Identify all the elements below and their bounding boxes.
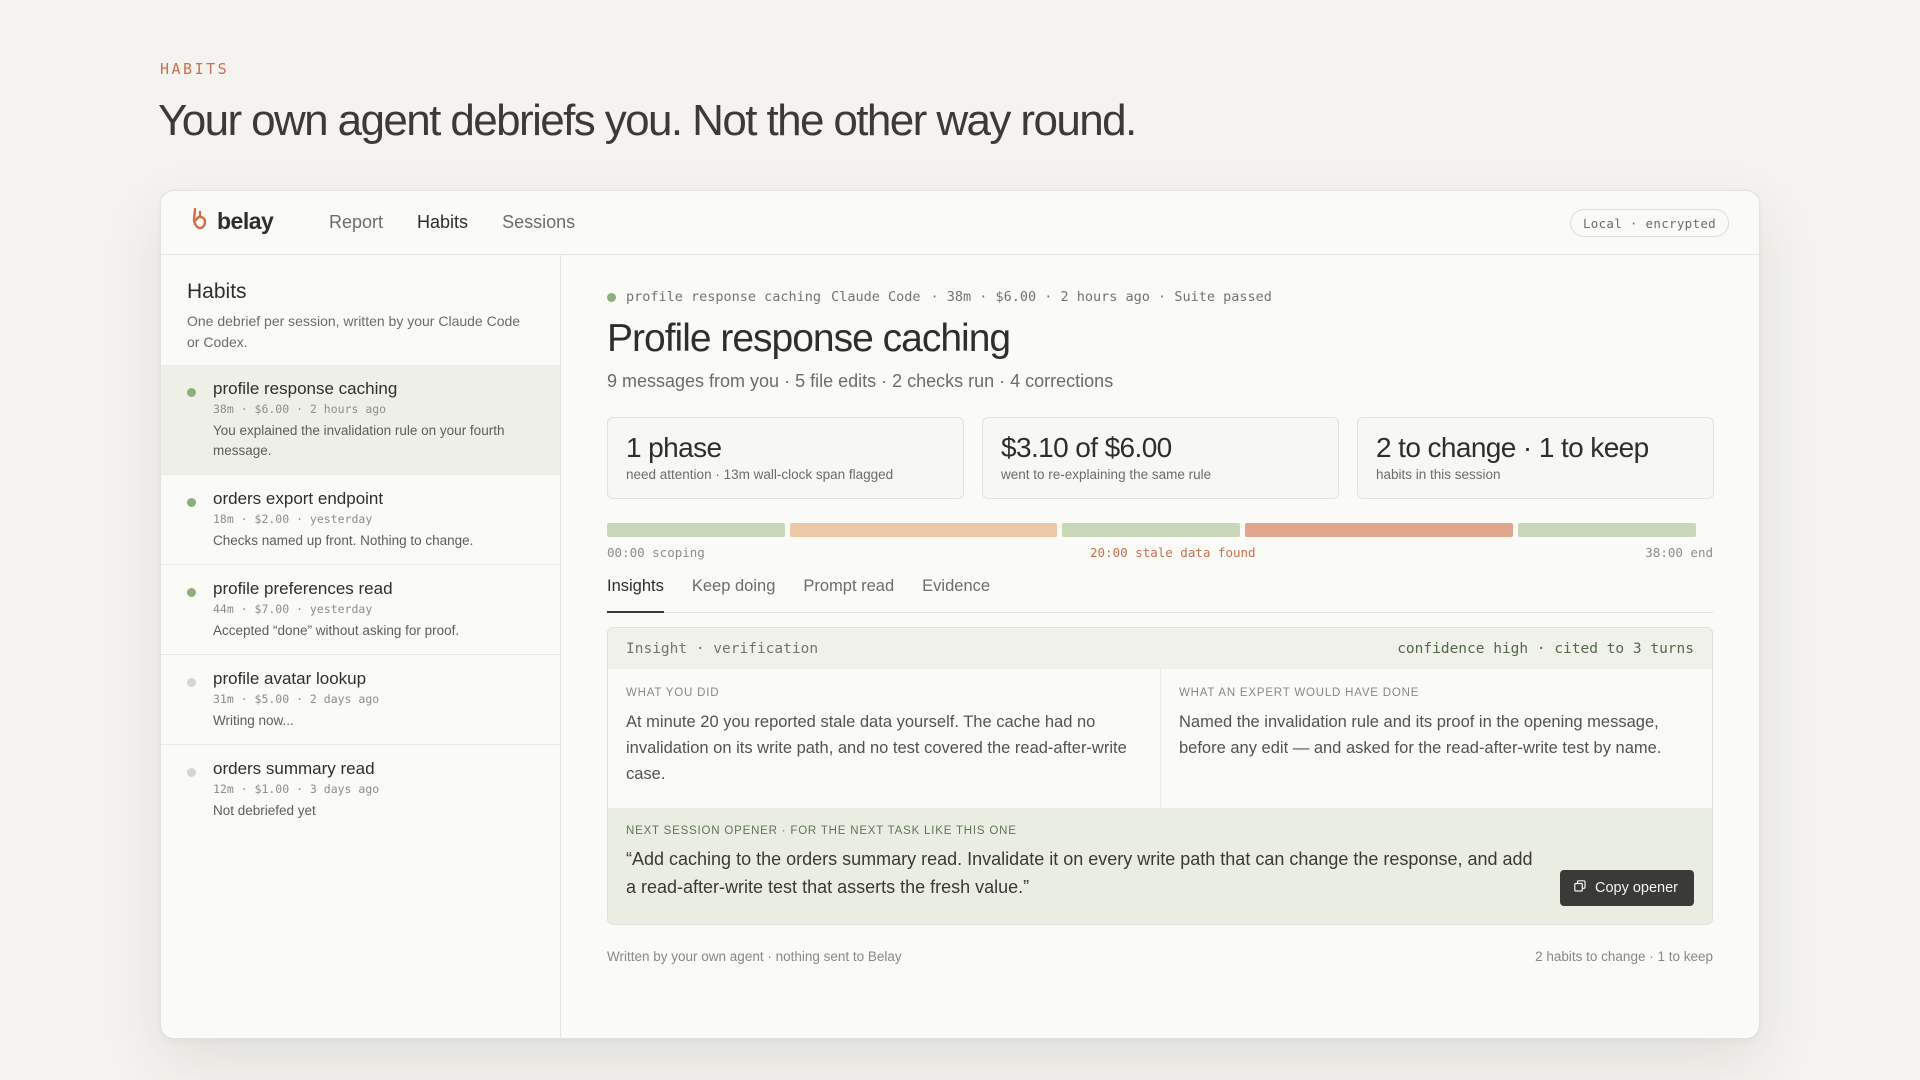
status-dot [187, 588, 196, 597]
expert-approach: WHAT AN EXPERT WOULD HAVE DONE Named the… [1160, 669, 1712, 808]
session-agent: Claude Code [831, 289, 921, 305]
card-caption: habits in this session [1376, 467, 1501, 482]
brand[interactable]: belay [191, 207, 274, 235]
opener-text: “Add caching to the orders summary read.… [626, 849, 1533, 897]
session-meta: profile response caching Claude Code · 3… [607, 289, 1272, 305]
main-nav: Report Habits Sessions [329, 212, 575, 233]
list-item-meta: 44m · $7.00 · yesterday [213, 602, 373, 616]
timeline-segment [607, 523, 786, 537]
nav-report[interactable]: Report [329, 212, 383, 233]
insight-header: Insight · verification confidence high ·… [608, 628, 1712, 669]
opener-label: NEXT SESSION OPENER · FOR THE NEXT TASK … [626, 825, 1017, 837]
expert-approach-text: Named the invalidation rule and its proo… [1179, 713, 1662, 757]
card-caption: need attention · 13m wall-clock span fla… [626, 467, 894, 482]
brand-name: belay [217, 208, 274, 234]
list-item-name: orders export endpoint [213, 489, 384, 508]
list-item[interactable]: orders export endpoint 18m · $2.00 · yes… [161, 475, 560, 565]
list-item-note: You explained the invalidation rule on y… [213, 423, 505, 458]
list-item[interactable]: profile response caching 38m · $6.00 · 2… [161, 365, 560, 475]
status-dot [187, 388, 196, 397]
list-item-meta: 12m · $1.00 · 3 days ago [213, 782, 380, 796]
timeline-labels: 00:00 scoping 20:00 stale data found 38:… [607, 545, 1713, 561]
footer-privacy-note: Written by your own agent · nothing sent… [607, 949, 902, 964]
session-subtitle: 9 messages from you · 5 file edits · 2 c… [607, 371, 1114, 391]
session-list: profile response caching 38m · $6.00 · 2… [161, 365, 560, 834]
insight-kind: Insight · verification [626, 640, 819, 657]
list-item-note: Writing now... [213, 713, 294, 728]
timeline-flag-label: 20:00 stale data found [1090, 545, 1256, 560]
list-item-meta: 31m · $5.00 · 2 days ago [213, 692, 380, 706]
timeline-end-label: 38:00 end [1645, 545, 1713, 560]
list-item-meta: 38m · $6.00 · 2 hours ago [213, 402, 387, 416]
detail-tabs: Insights Keep doing Prompt read Evidence [607, 575, 1713, 613]
detail-footer: Written by your own agent · nothing sent… [607, 949, 1713, 964]
next-session-opener: NEXT SESSION OPENER · FOR THE NEXT TASK … [608, 809, 1712, 924]
copy-icon [1574, 880, 1586, 896]
page-title: Profile response caching [607, 317, 1011, 360]
page-headline: Your own agent debriefs you. Not the oth… [158, 96, 1137, 145]
session-details: · 38m · $6.00 · 2 hours ago · Suite pass… [930, 289, 1272, 305]
app-window: belay Report Habits Sessions Local · enc… [160, 190, 1760, 1039]
status-dot [187, 678, 196, 687]
insight-panel: Insight · verification confidence high ·… [607, 627, 1713, 925]
summary-card: 1 phase need attention · 13m wall-clock … [607, 417, 964, 499]
session-timeline [607, 523, 1713, 537]
list-item[interactable]: orders summary read 12m · $1.00 · 3 days… [161, 745, 560, 834]
belay-logo-icon [191, 207, 207, 235]
list-item-name: profile response caching [213, 379, 398, 398]
session-name: profile response caching [626, 289, 822, 305]
habits-sidebar: Habits One debrief per session, written … [161, 255, 561, 1038]
summary-cards: 1 phase need attention · 13m wall-clock … [607, 417, 1714, 499]
session-detail: profile response caching Claude Code · 3… [561, 255, 1759, 1038]
timeline-segment [790, 523, 1058, 537]
nav-sessions[interactable]: Sessions [502, 212, 575, 233]
encryption-badge: Local · encrypted [1569, 209, 1729, 237]
expert-approach-label: WHAT AN EXPERT WOULD HAVE DONE [1179, 687, 1420, 699]
timeline-segment [1517, 523, 1696, 537]
list-item[interactable]: profile avatar lookup 31m · $5.00 · 2 da… [161, 655, 560, 745]
what-you-did-label: WHAT YOU DID [626, 687, 720, 699]
list-item-name: orders summary read [213, 759, 375, 778]
list-item-name: profile preferences read [213, 579, 393, 598]
list-item-meta: 18m · $2.00 · yesterday [213, 512, 373, 526]
tab-keep-doing[interactable]: Keep doing [692, 575, 776, 613]
card-value: $3.10 of $6.00 [1001, 432, 1172, 463]
section-eyebrow: HABITS [160, 60, 230, 78]
timeline-start-label: 00:00 scoping [607, 545, 705, 560]
insight-comparison: WHAT YOU DID At minute 20 you reported s… [608, 669, 1712, 809]
tab-prompt-read[interactable]: Prompt read [803, 575, 894, 613]
sidebar-title: Habits [187, 280, 247, 303]
status-dot [607, 292, 616, 302]
tab-insights[interactable]: Insights [607, 575, 664, 613]
top-bar: belay Report Habits Sessions Local · enc… [161, 191, 1759, 255]
sidebar-description: One debrief per session, written by your… [187, 313, 521, 350]
card-caption: went to re-explaining the same rule [1001, 467, 1212, 482]
status-dot [187, 498, 196, 507]
list-item-note: Checks named up front. Nothing to change… [213, 533, 474, 548]
what-you-did-text: At minute 20 you reported stale data you… [626, 713, 1127, 783]
summary-card: $3.10 of $6.00 went to re-explaining the… [982, 417, 1339, 499]
list-item[interactable]: profile preferences read 44m · $7.00 · y… [161, 565, 560, 655]
tab-evidence[interactable]: Evidence [922, 575, 990, 613]
footer-habit-summary: 2 habits to change · 1 to keep [1535, 949, 1713, 964]
list-item-note: Accepted “done” without asking for proof… [213, 623, 460, 638]
summary-card: 2 to change · 1 to keep habits in this s… [1357, 417, 1714, 499]
card-value: 1 phase [626, 432, 722, 463]
what-you-did: WHAT YOU DID At minute 20 you reported s… [608, 669, 1160, 808]
nav-habits[interactable]: Habits [417, 212, 468, 233]
timeline-segment [1245, 523, 1513, 537]
list-item-name: profile avatar lookup [213, 669, 367, 688]
copy-opener-button[interactable]: Copy opener [1559, 870, 1694, 906]
card-value: 2 to change · 1 to keep [1376, 432, 1649, 463]
list-item-note: Not debriefed yet [213, 803, 316, 818]
insight-confidence: confidence high · cited to 3 turns [1397, 640, 1694, 657]
timeline-segment [1062, 523, 1241, 537]
copy-opener-label: Copy opener [1594, 880, 1678, 896]
status-dot [187, 768, 196, 777]
